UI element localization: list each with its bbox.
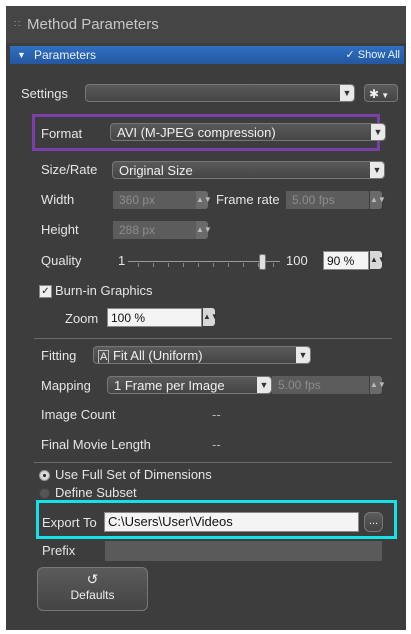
- final-length-value: --: [212, 437, 221, 452]
- export-path-input[interactable]: C:\Users\User\Videos: [104, 512, 359, 532]
- full-dimensions-radio[interactable]: [39, 470, 50, 481]
- size-rate-dropdown[interactable]: Original Size ▼: [112, 161, 385, 179]
- settings-label: Settings: [21, 86, 68, 101]
- defaults-button[interactable]: ↺ Defaults: [37, 567, 148, 611]
- zoom-spinner-icon[interactable]: ▲▼: [203, 308, 219, 326]
- export-to-label: Export To: [42, 515, 97, 530]
- collapse-triangle-icon[interactable]: ▼: [17, 46, 26, 64]
- height-label: Height: [41, 222, 79, 237]
- show-all-label: Show All: [357, 49, 400, 61]
- width-label: Width: [41, 192, 75, 207]
- mapping-fps-spinner-icon[interactable]: ▲▼: [370, 376, 386, 394]
- prefix-input[interactable]: [105, 541, 382, 561]
- fitting-label: Fitting: [41, 348, 77, 363]
- section-title: Parameters: [34, 48, 97, 62]
- mapping-fps-input[interactable]: 5.00 fps: [272, 376, 369, 394]
- chevron-down-icon[interactable]: ▼: [370, 162, 384, 178]
- slider-thumb[interactable]: [258, 254, 266, 270]
- fitting-value: Fit All (Uniform): [112, 348, 203, 363]
- browse-button[interactable]: ...: [364, 512, 383, 532]
- image-count-value: --: [212, 407, 221, 422]
- width-spinner-icon[interactable]: ▲▼: [196, 191, 212, 209]
- zoom-label: Zoom: [65, 311, 99, 326]
- reset-icon: ↺: [86, 571, 99, 587]
- height-input[interactable]: 288 px: [113, 221, 196, 239]
- quality-label: Quality: [41, 253, 82, 268]
- quality-slider[interactable]: [128, 254, 280, 272]
- quality-max-label: 100: [286, 253, 308, 268]
- burn-in-label: Burn-in Graphics: [55, 283, 153, 298]
- frame-rate-label: Frame rate: [216, 192, 280, 207]
- section-divider: [34, 462, 392, 463]
- mapping-value: 1 Frame per Image: [114, 378, 225, 393]
- settings-options-button[interactable]: ✱ ▼: [364, 84, 398, 102]
- settings-dropdown[interactable]: ▼: [85, 84, 355, 102]
- parameters-section-header[interactable]: ▼ Parameters ✓ Show All: [10, 46, 404, 64]
- quality-spinner-icon[interactable]: ▲▼: [370, 251, 386, 269]
- mapping-label: Mapping: [41, 378, 91, 393]
- slider-track: [128, 261, 280, 262]
- section-divider: [34, 338, 392, 339]
- size-rate-value: Original Size: [119, 163, 193, 178]
- frame-rate-spinner-icon[interactable]: ▲▼: [370, 191, 386, 209]
- chevron-down-icon[interactable]: ▼: [340, 85, 354, 101]
- full-dimensions-label: Use Full Set of Dimensions: [55, 467, 212, 482]
- define-subset-radio[interactable]: [39, 488, 50, 499]
- quality-min-label: 1: [118, 253, 126, 268]
- options-chevron-icon: ▼: [379, 91, 390, 100]
- size-rate-label: Size/Rate: [41, 162, 98, 177]
- fitting-dropdown[interactable]: A Fit All (Uniform) ▼: [93, 346, 311, 364]
- final-length-label: Final Movie Length: [41, 437, 151, 452]
- chevron-down-icon[interactable]: ▼: [296, 347, 310, 363]
- format-dropdown[interactable]: AVI (M-JPEG compression) ▼: [110, 123, 386, 141]
- prefix-label: Prefix: [42, 543, 76, 558]
- grip-icon: ∷: [14, 19, 21, 30]
- quality-input[interactable]: 90 %: [323, 251, 369, 270]
- defaults-label: Defaults: [70, 588, 115, 602]
- frame-rate-input[interactable]: 5.00 fps: [286, 191, 369, 209]
- define-subset-label: Define Subset: [55, 485, 137, 500]
- burn-in-checkbox[interactable]: ✓: [39, 285, 52, 298]
- fit-all-icon: A: [98, 350, 110, 363]
- panel-titlebar: ∷ Method Parameters: [6, 6, 406, 43]
- panel-title: Method Parameters: [27, 16, 159, 33]
- checkmark-icon: ✓: [345, 49, 355, 61]
- format-value: AVI (M-JPEG compression): [117, 125, 276, 140]
- mapping-dropdown[interactable]: 1 Frame per Image ▼: [107, 376, 272, 394]
- height-spinner-icon[interactable]: ▲▼: [196, 221, 212, 239]
- gear-icon: ✱: [369, 87, 380, 101]
- format-label: Format: [41, 126, 83, 141]
- zoom-input[interactable]: 100 %: [107, 308, 202, 327]
- chevron-down-icon[interactable]: ▼: [371, 124, 385, 140]
- show-all-toggle[interactable]: ✓ Show All: [346, 46, 400, 64]
- chevron-down-icon[interactable]: ▼: [257, 377, 271, 393]
- width-input[interactable]: 360 px: [113, 191, 196, 209]
- image-count-label: Image Count: [41, 407, 116, 422]
- method-parameters-panel: ∷ Method Parameters ▼ Parameters ✓ Show …: [6, 6, 406, 630]
